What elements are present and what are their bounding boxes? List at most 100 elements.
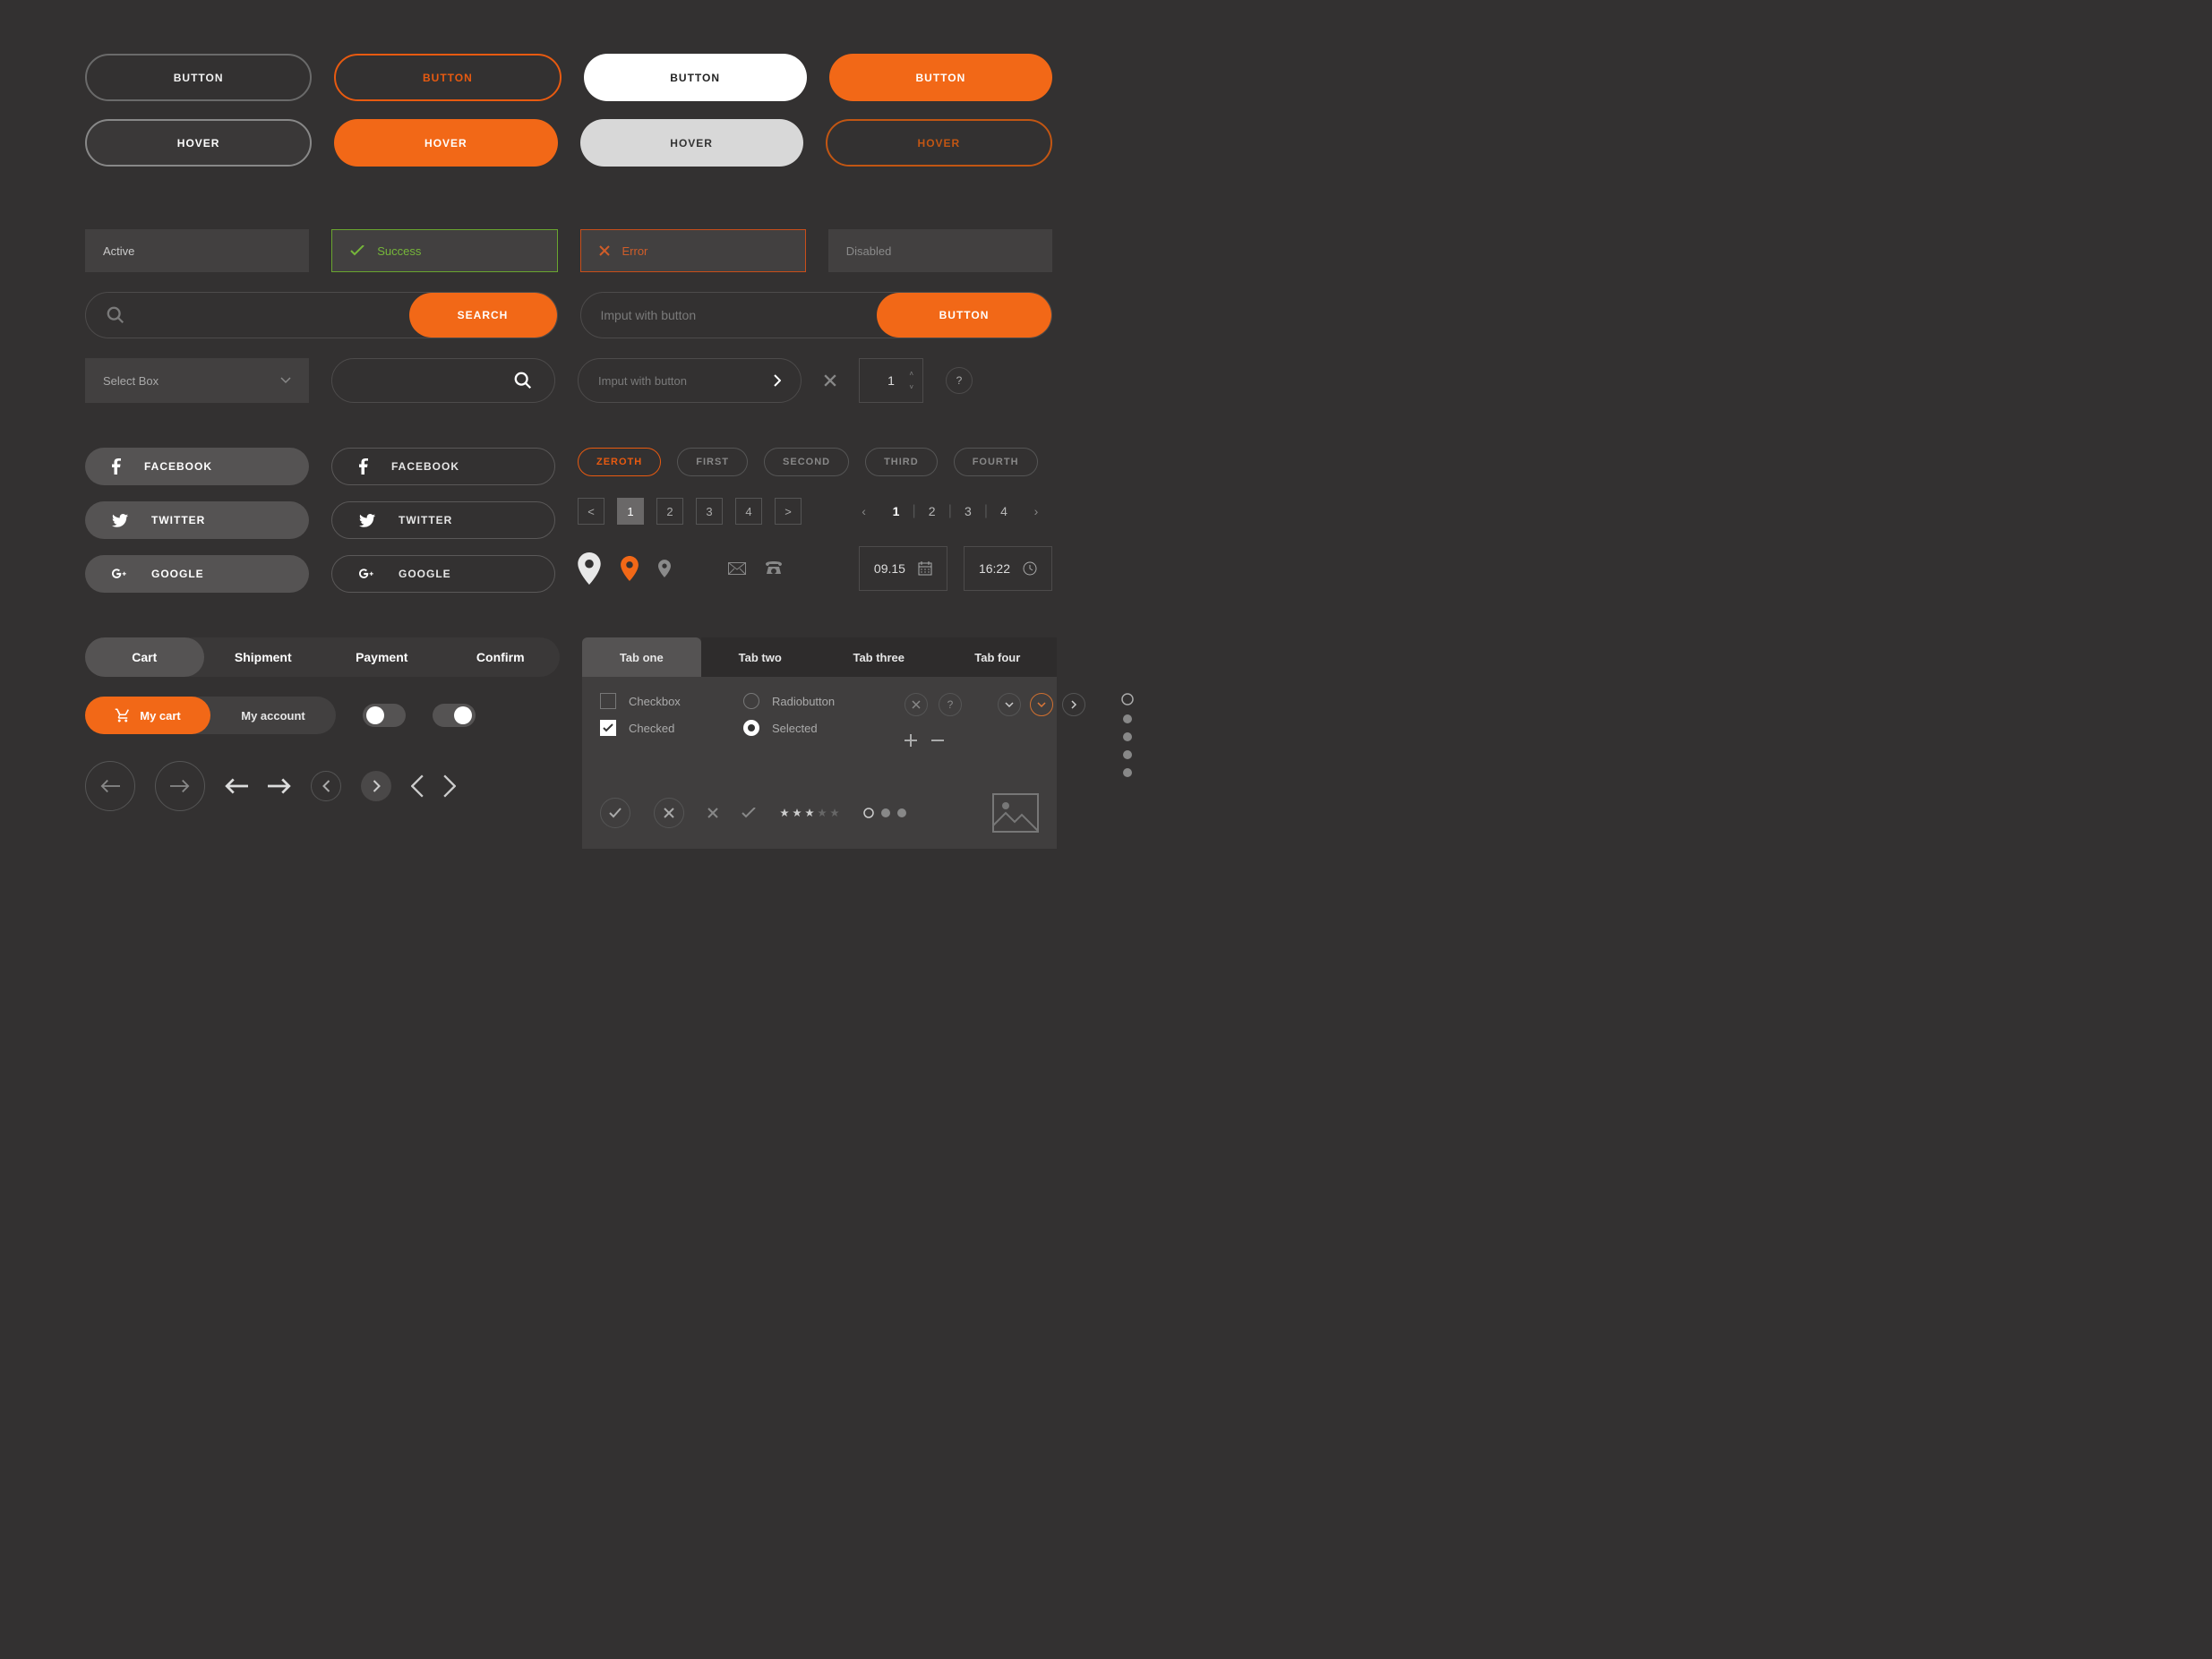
pager-page-3[interactable]: 3 [696, 498, 723, 525]
round-search-input[interactable] [331, 358, 555, 403]
time-picker[interactable]: 16:22 [964, 546, 1052, 591]
tab-four[interactable]: Tab four [939, 637, 1058, 677]
button-orange-solid[interactable]: BUTTON [829, 54, 1052, 101]
minus-icon[interactable] [931, 734, 944, 747]
my-cart-tab[interactable]: My cart [85, 697, 210, 734]
tab-one[interactable]: Tab one [582, 637, 701, 677]
pager-next[interactable]: > [775, 498, 802, 525]
checkbox-icon[interactable] [600, 693, 616, 709]
google-button-outline[interactable]: GOOGLE [331, 555, 555, 593]
chevron-left-circle[interactable] [311, 771, 341, 801]
chevron-down-circle-active-icon[interactable] [1030, 693, 1053, 716]
mail-icon[interactable] [728, 562, 746, 575]
map-pin-large-icon[interactable] [578, 552, 601, 585]
plus-icon[interactable] [905, 734, 917, 747]
close-circle-large-icon[interactable] [654, 798, 684, 828]
checkbox-checked-row[interactable]: Checked [600, 720, 707, 736]
chip-third[interactable]: THIRD [865, 448, 938, 476]
button-white-solid[interactable]: BUTTON [584, 54, 807, 101]
date-picker[interactable]: 09.15 [859, 546, 947, 591]
radio-checked-row[interactable]: Selected [743, 720, 869, 736]
close-small-icon[interactable] [707, 808, 718, 818]
pager-flat-2[interactable]: 2 [916, 504, 948, 518]
dot-icon[interactable] [1123, 750, 1132, 759]
input-disabled: Disabled [828, 229, 1052, 272]
toggle-on[interactable] [363, 704, 406, 727]
arrow-left-icon[interactable] [225, 778, 248, 794]
step-shipment[interactable]: Shipment [204, 637, 323, 677]
chevron-right-large-icon[interactable] [443, 774, 456, 798]
facebook-button-outline[interactable]: FACEBOOK [331, 448, 555, 485]
dot-icon[interactable] [1123, 714, 1132, 723]
search-input-wrap[interactable]: SEARCH [85, 292, 558, 338]
close-circle-icon[interactable] [905, 693, 928, 716]
nav-next-circle[interactable] [155, 761, 205, 811]
chevron-right-circle-filled[interactable] [361, 771, 391, 801]
toggle-off[interactable] [433, 704, 476, 727]
dot-icon[interactable] [1123, 732, 1132, 741]
arrow-right-icon[interactable] [268, 778, 291, 794]
button-orange-outline-hover[interactable]: HOVER [826, 119, 1052, 167]
pager-flat-next[interactable]: › [1020, 504, 1052, 518]
phone-icon[interactable] [766, 561, 782, 576]
checkbox-label: Checkbox [629, 695, 681, 708]
checkbox-checked-icon[interactable] [600, 720, 616, 736]
button-white-hover[interactable]: HOVER [580, 119, 803, 167]
search-button[interactable]: SEARCH [409, 293, 557, 338]
input-active[interactable]: Active [85, 229, 309, 272]
checkbox-unchecked-row[interactable]: Checkbox [600, 693, 707, 709]
help-circle-icon[interactable]: ? [939, 693, 962, 716]
radio-unchecked-row[interactable]: Radiobutton [743, 693, 869, 709]
chip-first[interactable]: FIRST [677, 448, 748, 476]
pager-page-2[interactable]: 2 [656, 498, 683, 525]
google-button-solid[interactable]: GOOGLE [85, 555, 309, 593]
map-pin-active-icon[interactable] [621, 556, 639, 581]
pager-flat-1[interactable]: 1 [880, 504, 913, 518]
number-stepper[interactable]: 1 ˄˅ [859, 358, 923, 403]
radio-checked-icon[interactable] [743, 720, 759, 736]
pager-page-4[interactable]: 4 [735, 498, 762, 525]
pager-page-1[interactable]: 1 [617, 498, 644, 525]
radio-icon[interactable] [743, 693, 759, 709]
check-circle-icon[interactable] [600, 798, 630, 828]
twitter-button-outline[interactable]: TWITTER [331, 501, 555, 539]
pager-prev[interactable]: < [578, 498, 604, 525]
step-cart[interactable]: Cart [85, 637, 204, 677]
tab-two[interactable]: Tab two [701, 637, 820, 677]
pager-flat-3[interactable]: 3 [952, 504, 984, 518]
help-button[interactable]: ? [946, 367, 973, 394]
dot-pager[interactable] [863, 808, 906, 818]
button-default-outline[interactable]: BUTTON [85, 54, 312, 101]
chevron-left-large-icon[interactable] [411, 774, 424, 798]
button-orange-hover[interactable]: HOVER [334, 119, 557, 167]
chip-fourth[interactable]: FOURTH [954, 448, 1038, 476]
close-icon[interactable] [824, 374, 836, 387]
stepper-arrows[interactable]: ˄˅ [909, 370, 913, 391]
input-with-button-wrap[interactable]: Imput with button BUTTON [580, 292, 1053, 338]
twitter-button-solid[interactable]: TWITTER [85, 501, 309, 539]
chip-second[interactable]: SECOND [764, 448, 849, 476]
step-payment[interactable]: Payment [322, 637, 442, 677]
input-error[interactable]: Error [580, 229, 806, 272]
nav-prev-circle[interactable] [85, 761, 135, 811]
step-confirm[interactable]: Confirm [442, 637, 561, 677]
my-account-tab[interactable]: My account [210, 697, 336, 734]
map-pin-small-icon[interactable] [658, 560, 671, 577]
chip-zeroth[interactable]: ZEROTH [578, 448, 661, 476]
input-action-button[interactable]: BUTTON [877, 293, 1051, 338]
button-orange-outline[interactable]: BUTTON [334, 54, 561, 101]
check-small-icon[interactable] [742, 808, 756, 818]
pager-flat-prev[interactable]: ‹ [848, 504, 880, 518]
dot-outline-icon[interactable] [1121, 693, 1134, 706]
pager-flat-4[interactable]: 4 [988, 504, 1020, 518]
round-input-with-chevron[interactable]: Imput with button [578, 358, 802, 403]
tab-three[interactable]: Tab three [819, 637, 939, 677]
star-rating[interactable] [779, 808, 840, 818]
input-success[interactable]: Success [331, 229, 557, 272]
facebook-button-solid[interactable]: FACEBOOK [85, 448, 309, 485]
button-default-hover[interactable]: HOVER [85, 119, 312, 167]
chevron-down-circle-icon[interactable] [998, 693, 1021, 716]
select-box[interactable]: Select Box [85, 358, 309, 403]
dot-icon[interactable] [1123, 768, 1132, 777]
chevron-right-circle-icon[interactable] [1062, 693, 1085, 716]
